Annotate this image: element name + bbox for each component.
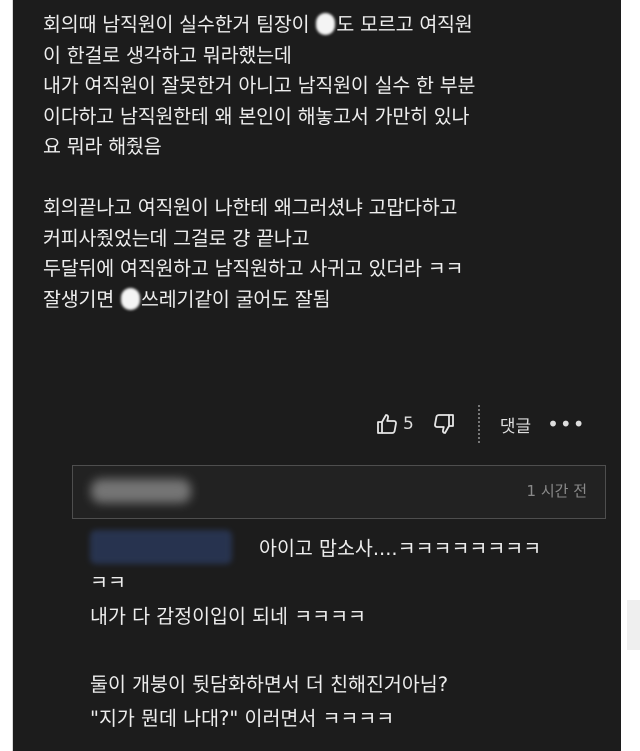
like-count: 5 (403, 414, 414, 434)
page-edge (627, 600, 640, 650)
thumbs-down-icon[interactable] (432, 412, 456, 436)
comment-last-line-start: 잘생기면 (43, 287, 120, 311)
reply-button[interactable]: 댓글 (500, 412, 531, 437)
panel-left-border (12, 0, 13, 751)
censor-blot (120, 287, 140, 310)
more-options-button[interactable]: ••• (547, 412, 585, 436)
censor-blot (316, 13, 336, 35)
comment-line-1-start: 회의때 남직원이 실수한거 팀장이 (43, 13, 316, 36)
comment-panel: 회의때 남직원이 실수한거 팀장이 도 모르고 여직원 이 한걸로 생각하고 뭐… (12, 0, 621, 751)
comment-line-1-end: 도 모르고 여직원 (336, 13, 473, 36)
comment-middle-lines: 이 한걸로 생각하고 뭐라했는데 내가 여직원이 잘못한거 아니고 남직원이 실… (43, 43, 476, 281)
reply-first-line: 아이고 맙소사....ㅋㅋㅋㅋㅋㅋㅋㅋ (259, 537, 542, 560)
comment-body: 회의때 남직원이 실수한거 팀장이 도 모르고 여직원 이 한걸로 생각하고 뭐… (43, 10, 603, 315)
thumbs-up-icon[interactable] (375, 412, 399, 436)
blurred-username (90, 530, 232, 564)
actions-divider (477, 405, 480, 443)
reply-body: ㅋㅋ 내가 다 감정이입이 되네 ㅋㅋㅋㅋ 둘이 개붕이 뒷담화하면서 더 친해… (90, 571, 449, 730)
blurred-username (91, 479, 191, 503)
reply-item: 1 시간 전 (72, 465, 606, 519)
comment-actions: 5 댓글 ••• (375, 403, 586, 445)
reply-timestamp: 1 시간 전 (526, 482, 587, 500)
comment-last-line-end: 쓰레기같이 굴어도 잘됨 (140, 287, 331, 311)
